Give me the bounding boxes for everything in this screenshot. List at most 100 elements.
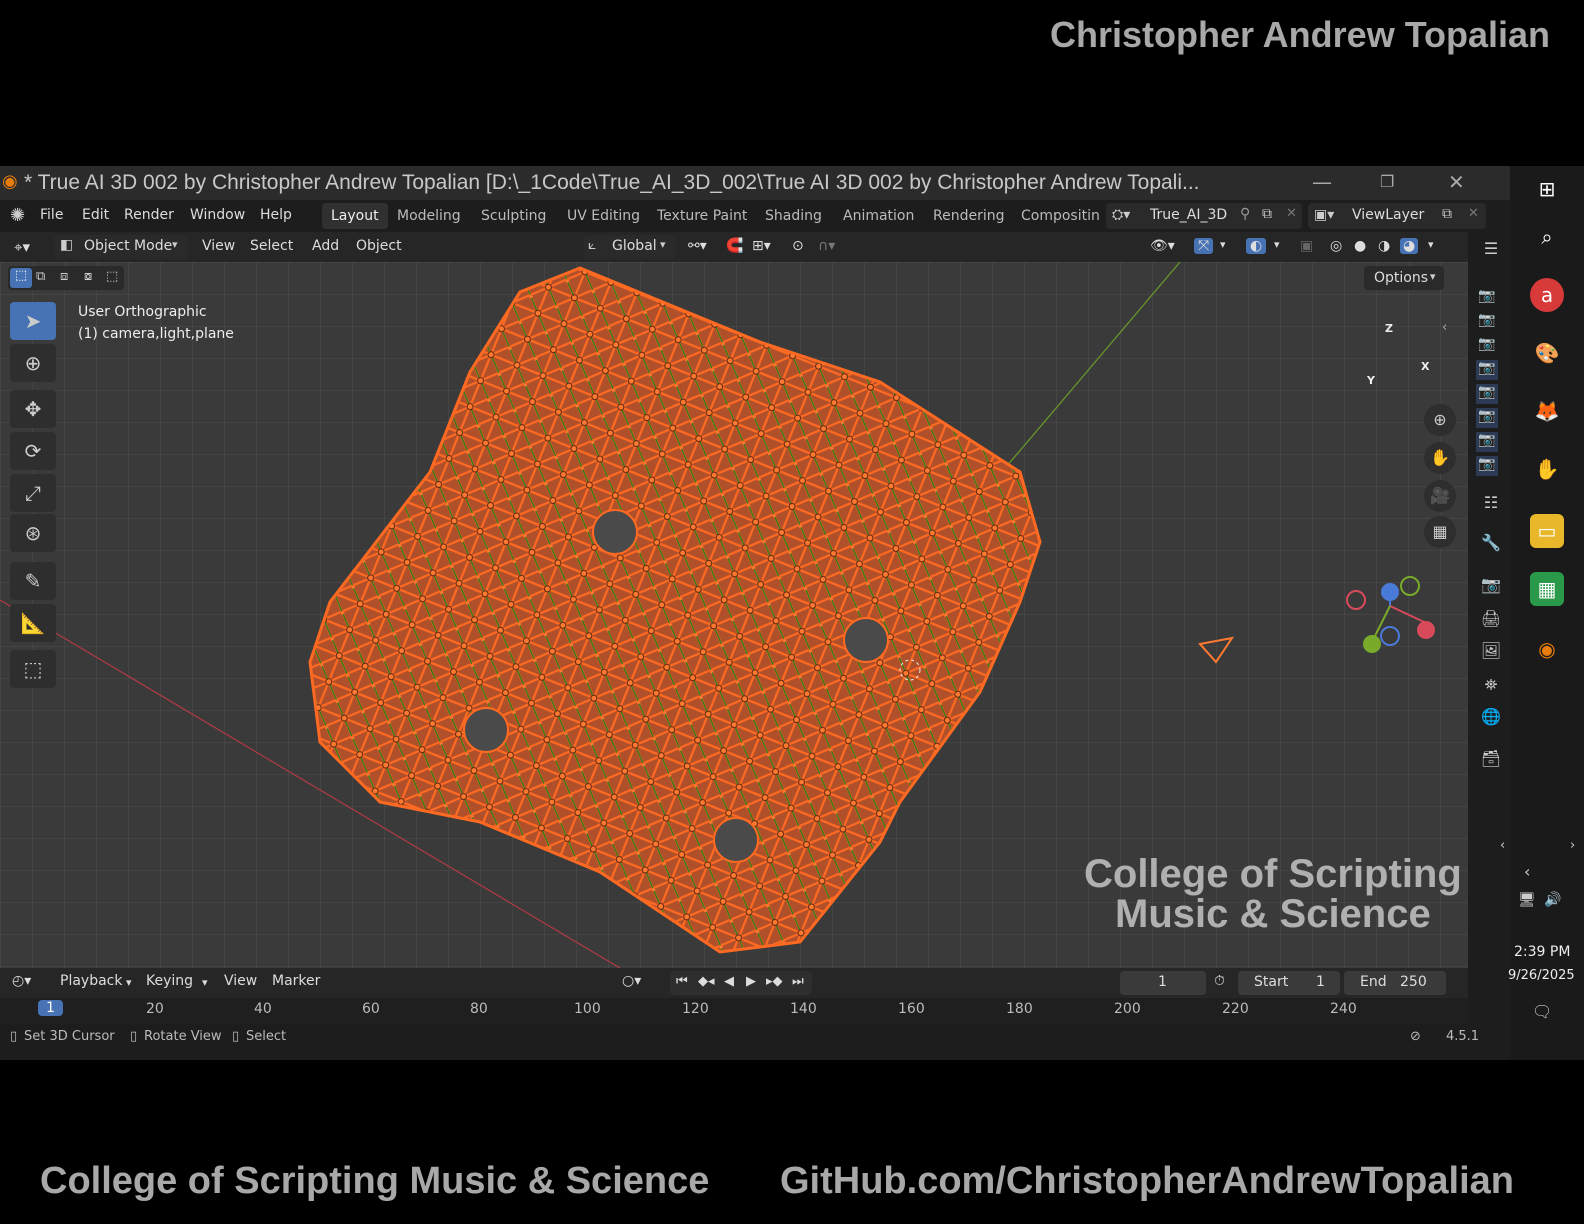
- view-layer-properties-icon[interactable]: 🖼: [1478, 638, 1504, 664]
- menu-file[interactable]: File: [40, 207, 63, 223]
- camera-icon[interactable]: 📷: [1476, 360, 1498, 380]
- timeline-editor-icon[interactable]: ◴▾: [12, 973, 31, 989]
- transform-orientation-selector[interactable]: ⟀ Global ▾: [584, 235, 676, 259]
- proportional-edit-icon[interactable]: ⊙: [792, 238, 804, 254]
- notification-icon[interactable]: 🗨: [1532, 1002, 1552, 1021]
- pin-icon[interactable]: ⚲: [1240, 206, 1250, 222]
- selection-mode-group[interactable]: ⬚ ⧉ ⧈ ⧇ ⬚: [8, 266, 124, 290]
- tab-layout[interactable]: Layout: [322, 203, 388, 229]
- wireframe-shading-icon[interactable]: ◎: [1330, 238, 1342, 254]
- current-frame-field[interactable]: 1: [1120, 971, 1206, 995]
- options-dropdown[interactable]: Options ▾: [1364, 266, 1444, 290]
- menu-marker[interactable]: Marker: [272, 973, 320, 989]
- tab-modeling[interactable]: Modeling: [388, 203, 470, 229]
- zoom-icon[interactable]: ⊕: [1424, 404, 1456, 436]
- rotate-tool-icon[interactable]: ⟳: [10, 432, 56, 470]
- camera-view-icon[interactable]: 🎥: [1424, 480, 1456, 512]
- visibility-icon[interactable]: 👁▾: [1150, 238, 1175, 254]
- scroll-right-icon[interactable]: ›: [1570, 838, 1575, 853]
- search-icon[interactable]: ⌕: [1530, 220, 1564, 254]
- chevron-down-icon[interactable]: ▾: [1220, 238, 1226, 251]
- select-extend-icon[interactable]: ⧉: [36, 269, 45, 284]
- stopwatch-icon[interactable]: ⏱: [1214, 973, 1225, 989]
- minimize-button[interactable]: —: [1312, 170, 1332, 194]
- menu-help[interactable]: Help: [260, 207, 292, 223]
- frame-ruler[interactable]: 1 20 40 60 80 100 120 140 160 180 200 22…: [0, 998, 1468, 1024]
- play-icon[interactable]: ▶: [746, 974, 756, 989]
- delete-view-layer-icon[interactable]: ✕: [1468, 206, 1479, 221]
- volume-icon[interactable]: 🔊: [1544, 892, 1561, 908]
- taskbar-time[interactable]: 2:39 PM: [1514, 944, 1570, 960]
- cursor-tool-icon[interactable]: ⊕: [10, 344, 56, 382]
- perspective-grid-icon[interactable]: ▦: [1424, 516, 1456, 548]
- scene-properties-icon[interactable]: ⛯: [1478, 672, 1504, 698]
- scale-tool-icon[interactable]: ⤢: [10, 474, 56, 512]
- jump-start-icon[interactable]: ⏮: [676, 974, 688, 989]
- network-icon[interactable]: 🖥: [1518, 892, 1536, 908]
- falloff-icon[interactable]: ∩▾: [818, 238, 835, 254]
- tab-rendering[interactable]: Rendering: [924, 203, 1014, 229]
- gizmo-toggle-icon[interactable]: ⤧: [1194, 238, 1214, 254]
- chevron-down-icon[interactable]: ▾: [1428, 238, 1434, 251]
- tab-shading[interactable]: Shading: [756, 203, 831, 229]
- editor-type-icon[interactable]: ⌖▾: [14, 238, 30, 256]
- current-frame-marker[interactable]: 1: [38, 1000, 63, 1016]
- select-intersect-icon[interactable]: ⬚: [106, 269, 118, 284]
- delete-scene-icon[interactable]: ✕: [1286, 206, 1297, 221]
- new-scene-icon[interactable]: ⧉: [1262, 206, 1272, 222]
- axis-x-label[interactable]: X: [1421, 360, 1429, 373]
- snap-target-icon[interactable]: ⊞▾: [752, 238, 771, 254]
- overlays-icon[interactable]: ◐: [1246, 238, 1267, 254]
- start-frame-field[interactable]: Start 1: [1238, 971, 1340, 995]
- sidebar-toggle-icon[interactable]: ‹: [1442, 320, 1447, 335]
- output-properties-icon[interactable]: 🖨: [1478, 606, 1504, 632]
- pivot-icon[interactable]: ⚯▾: [688, 238, 707, 254]
- taskbar-date[interactable]: 9/26/2025: [1508, 968, 1575, 983]
- tab-uv-editing[interactable]: UV Editing: [558, 203, 649, 229]
- menu-playback[interactable]: Playback: [60, 973, 122, 989]
- select-subtract-icon[interactable]: ⧈: [60, 269, 68, 284]
- move-tool-icon[interactable]: ✥: [10, 390, 56, 428]
- select-box-tool-icon[interactable]: ➤: [10, 302, 56, 340]
- axis-z-label[interactable]: Z: [1385, 322, 1393, 335]
- view-layer-selector[interactable]: ▣▾ ViewLayer ⧉ ✕: [1308, 203, 1486, 229]
- scene-selector[interactable]: ⛭▾ True_AI_3D ⚲ ⧉ ✕: [1106, 203, 1302, 229]
- tab-texture-paint[interactable]: Texture Paint: [648, 203, 756, 229]
- close-button[interactable]: ✕: [1448, 170, 1465, 194]
- new-view-layer-icon[interactable]: ⧉: [1442, 206, 1452, 222]
- material-shading-icon[interactable]: ◑: [1378, 238, 1390, 254]
- chevron-down-icon[interactable]: ▾: [1274, 238, 1280, 251]
- transform-tool-icon[interactable]: ⊛: [10, 514, 56, 552]
- world-properties-icon[interactable]: 🌐: [1478, 704, 1504, 730]
- tab-animation[interactable]: Animation: [834, 203, 923, 229]
- app-icon-red[interactable]: a: [1530, 278, 1564, 312]
- snap-icon[interactable]: 🧲: [726, 238, 743, 254]
- slides-app-icon[interactable]: ▭: [1530, 514, 1564, 548]
- tab-sculpting[interactable]: Sculpting: [472, 203, 555, 229]
- jump-end-icon[interactable]: ⏭: [792, 974, 804, 989]
- add-cube-tool-icon[interactable]: ⬚: [10, 650, 56, 688]
- menu-edit[interactable]: Edit: [82, 207, 109, 223]
- menu-view[interactable]: View: [202, 238, 235, 254]
- menu-object[interactable]: Object: [356, 238, 402, 254]
- rendered-shading-icon[interactable]: ◕: [1400, 238, 1419, 254]
- tool-properties-icon[interactable]: 🔧: [1478, 530, 1504, 556]
- render-properties-icon[interactable]: 📷: [1478, 572, 1504, 598]
- camera-icon[interactable]: 📷: [1476, 432, 1498, 452]
- xray-icon[interactable]: ▣: [1300, 238, 1313, 254]
- sheets-app-icon[interactable]: ▦: [1530, 572, 1564, 606]
- tray-expand-icon[interactable]: ‹: [1524, 862, 1530, 881]
- camera-icon[interactable]: 📷: [1476, 456, 1498, 476]
- restore-button[interactable]: ❐: [1380, 172, 1394, 191]
- properties-editor-icon[interactable]: ☷: [1478, 490, 1504, 516]
- camera-icon[interactable]: 📷: [1476, 336, 1498, 356]
- menu-render[interactable]: Render: [124, 207, 174, 223]
- tab-compositing[interactable]: Compositin: [1012, 203, 1110, 229]
- prev-keyframe-icon[interactable]: ◆◂: [698, 974, 715, 989]
- mode-selector[interactable]: ◧ Object Mode ▾: [54, 235, 188, 259]
- end-frame-field[interactable]: End 250: [1344, 971, 1446, 995]
- scroll-left-icon[interactable]: ‹: [1500, 838, 1505, 853]
- camera-icon[interactable]: 📷: [1476, 288, 1498, 308]
- camera-icon[interactable]: 📷: [1476, 312, 1498, 332]
- app-icon-paint[interactable]: 🎨: [1530, 336, 1564, 370]
